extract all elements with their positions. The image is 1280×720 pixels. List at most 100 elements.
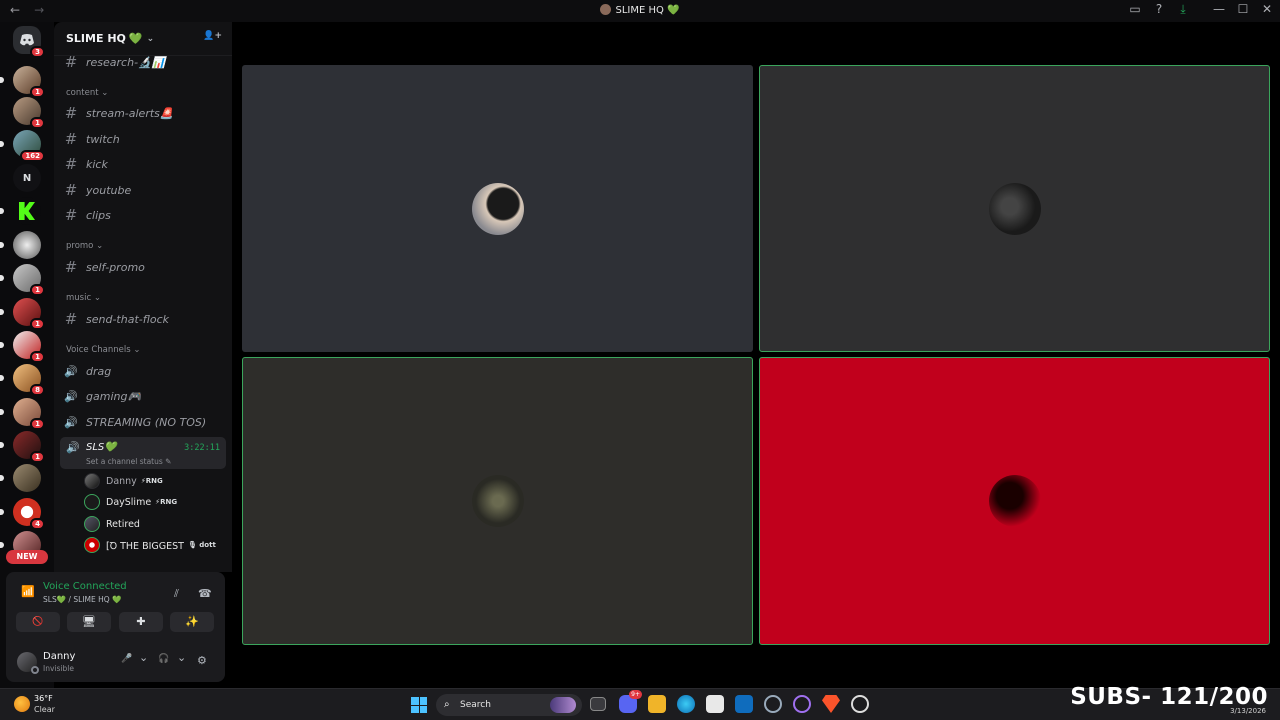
category-voice-channels[interactable]: Voice Channels ⌄: [66, 345, 140, 355]
category-promo[interactable]: promo ⌄: [66, 241, 103, 251]
avatar[interactable]: [17, 652, 39, 674]
windows-taskbar: 36°F Clear ⌕ Search 9+ SUBS- 121/200 3/1…: [0, 684, 1280, 720]
chevron-down-icon[interactable]: ⌄: [139, 651, 148, 664]
participant-tile[interactable]: [759, 65, 1270, 352]
unread-badge: 1: [30, 284, 45, 296]
help-icon[interactable]: ?: [1152, 2, 1166, 17]
settings-gear-icon[interactable]: ⚙: [197, 654, 207, 667]
discord-taskbar-icon[interactable]: 9+: [619, 690, 642, 713]
channel-kick[interactable]: # kick: [60, 153, 226, 175]
connection-signal-icon[interactable]: 📶: [16, 580, 40, 604]
maximize-button[interactable]: ☐: [1236, 2, 1250, 17]
server-icon[interactable]: 4: [0, 498, 45, 530]
heart-emoji: 💚: [128, 32, 143, 45]
noise-suppression-icon[interactable]: ⫽: [174, 587, 179, 601]
participant-avatar: [988, 475, 1041, 527]
channel-label: clips: [86, 208, 111, 222]
voice-stage: [232, 22, 1280, 688]
invite-people-icon[interactable]: 👤+: [203, 31, 222, 41]
category-music[interactable]: music ⌄: [66, 293, 101, 303]
server-icon[interactable]: 1: [0, 398, 45, 430]
share-screen-button[interactable]: 🖥: [67, 612, 111, 632]
server-name: SLIME HQ: [66, 32, 126, 45]
category-content[interactable]: content ⌄: [66, 88, 108, 98]
unread-badge: 1: [30, 117, 45, 129]
unread-pip: [0, 509, 4, 515]
soundboard-button[interactable]: ✨: [170, 612, 214, 632]
channel-self-promo[interactable]: # self-promo: [60, 256, 226, 278]
voice-user[interactable]: DaySlime ⚡RNG: [84, 493, 224, 511]
channel-label: drag: [86, 364, 112, 378]
voice-user-name: Retired: [106, 518, 140, 530]
outlook-icon[interactable]: [735, 695, 753, 713]
server-icon[interactable]: [0, 464, 41, 492]
channel-research[interactable]: # research-🔬📊: [60, 51, 226, 73]
weather-temp[interactable]: 36°F: [34, 694, 53, 703]
discord-home-button[interactable]: 3: [13, 26, 45, 58]
voice-user[interactable]: Danny ⚡RNG: [84, 472, 224, 490]
participant-tile[interactable]: [242, 357, 753, 645]
weather-sun-icon[interactable]: [14, 696, 30, 712]
server-icon[interactable]: 1: [13, 97, 45, 129]
task-view-icon[interactable]: [590, 697, 606, 711]
server-icon[interactable]: 8: [0, 364, 45, 396]
windows-start-icon[interactable]: [411, 697, 427, 713]
participant-tile[interactable]: [759, 357, 1270, 645]
server-icon[interactable]: 1: [0, 331, 45, 363]
voice-connected-title[interactable]: Voice Connected: [43, 581, 127, 592]
server-icon[interactable]: 1: [0, 66, 45, 98]
notification-badge: 9+: [629, 690, 642, 699]
server-icon[interactable]: 1: [0, 264, 45, 296]
close-button[interactable]: ✕: [1260, 2, 1274, 17]
voice-user[interactable]: [Ꝺ THE BIGGEST 🎙 dott: [84, 536, 224, 554]
server-icon[interactable]: N: [13, 164, 41, 192]
hash-icon: #: [64, 155, 78, 173]
microsoft-store-icon[interactable]: [706, 695, 724, 713]
kick-server-icon[interactable]: [0, 197, 41, 225]
channel-send-that-flock[interactable]: # send-that-flock: [60, 308, 226, 330]
taskbar-search[interactable]: ⌕ Search: [436, 694, 582, 716]
chevron-down-icon[interactable]: ⌄: [177, 651, 186, 664]
unread-badge: 1: [30, 318, 45, 330]
voice-connected-channel[interactable]: SLS💚 / SLIME HQ 💚: [43, 595, 121, 604]
headphones-icon[interactable]: 🎧: [158, 654, 169, 664]
server-avatar: [600, 4, 612, 15]
unread-badge: 1: [30, 86, 45, 98]
obs-icon[interactable]: [851, 695, 869, 713]
participant-tile[interactable]: [242, 65, 753, 352]
file-explorer-icon[interactable]: [648, 695, 666, 713]
purple-app-icon[interactable]: [793, 695, 811, 713]
new-servers-pill[interactable]: NEW: [6, 550, 48, 564]
ccleaner-icon[interactable]: [764, 695, 782, 713]
disconnect-icon[interactable]: ☎: [198, 587, 212, 600]
channel-clips[interactable]: # clips: [60, 204, 226, 226]
channel-youtube[interactable]: # youtube: [60, 179, 226, 201]
edge-browser-icon[interactable]: [677, 695, 695, 713]
camera-off-button[interactable]: 🚫: [16, 612, 60, 632]
hash-icon: #: [64, 258, 78, 276]
voice-channel-sls[interactable]: 🔊 SLS💚 3:22:11 Set a channel status ✎: [60, 437, 226, 469]
server-icon[interactable]: 1: [0, 298, 45, 330]
voice-user[interactable]: Retired: [84, 515, 224, 533]
voice-channel-drag[interactable]: 🔊 drag: [60, 360, 226, 382]
weather-condition[interactable]: Clear: [34, 705, 55, 714]
activities-button[interactable]: ✚: [119, 612, 163, 632]
server-icon[interactable]: 162: [0, 130, 45, 162]
voice-channel-streaming[interactable]: 🔊 STREAMING (NO TOS): [60, 411, 226, 433]
user-tag: 🎙 dott: [187, 541, 216, 549]
current-username[interactable]: Danny: [43, 651, 75, 662]
brave-browser-icon[interactable]: [822, 695, 840, 713]
channel-stream-alerts[interactable]: # stream-alerts🚨: [60, 102, 226, 124]
microphone-icon[interactable]: 🎤: [121, 654, 132, 664]
inbox-icon[interactable]: ▭: [1128, 2, 1142, 17]
voice-channel-gaming[interactable]: 🔊 gaming🎮: [60, 385, 226, 407]
set-channel-status[interactable]: Set a channel status ✎: [86, 457, 171, 466]
voice-user-name: DaySlime: [106, 496, 152, 508]
server-icon[interactable]: 1: [0, 431, 45, 463]
taskbar-date[interactable]: 3/13/2026: [1230, 707, 1266, 715]
download-icon[interactable]: ⤓: [1176, 2, 1190, 17]
minimize-button[interactable]: —: [1212, 2, 1226, 17]
channel-twitch[interactable]: # twitch: [60, 128, 226, 150]
server-icon[interactable]: [0, 231, 41, 259]
voice-user-name: [Ꝺ THE BIGGEST: [106, 540, 184, 552]
